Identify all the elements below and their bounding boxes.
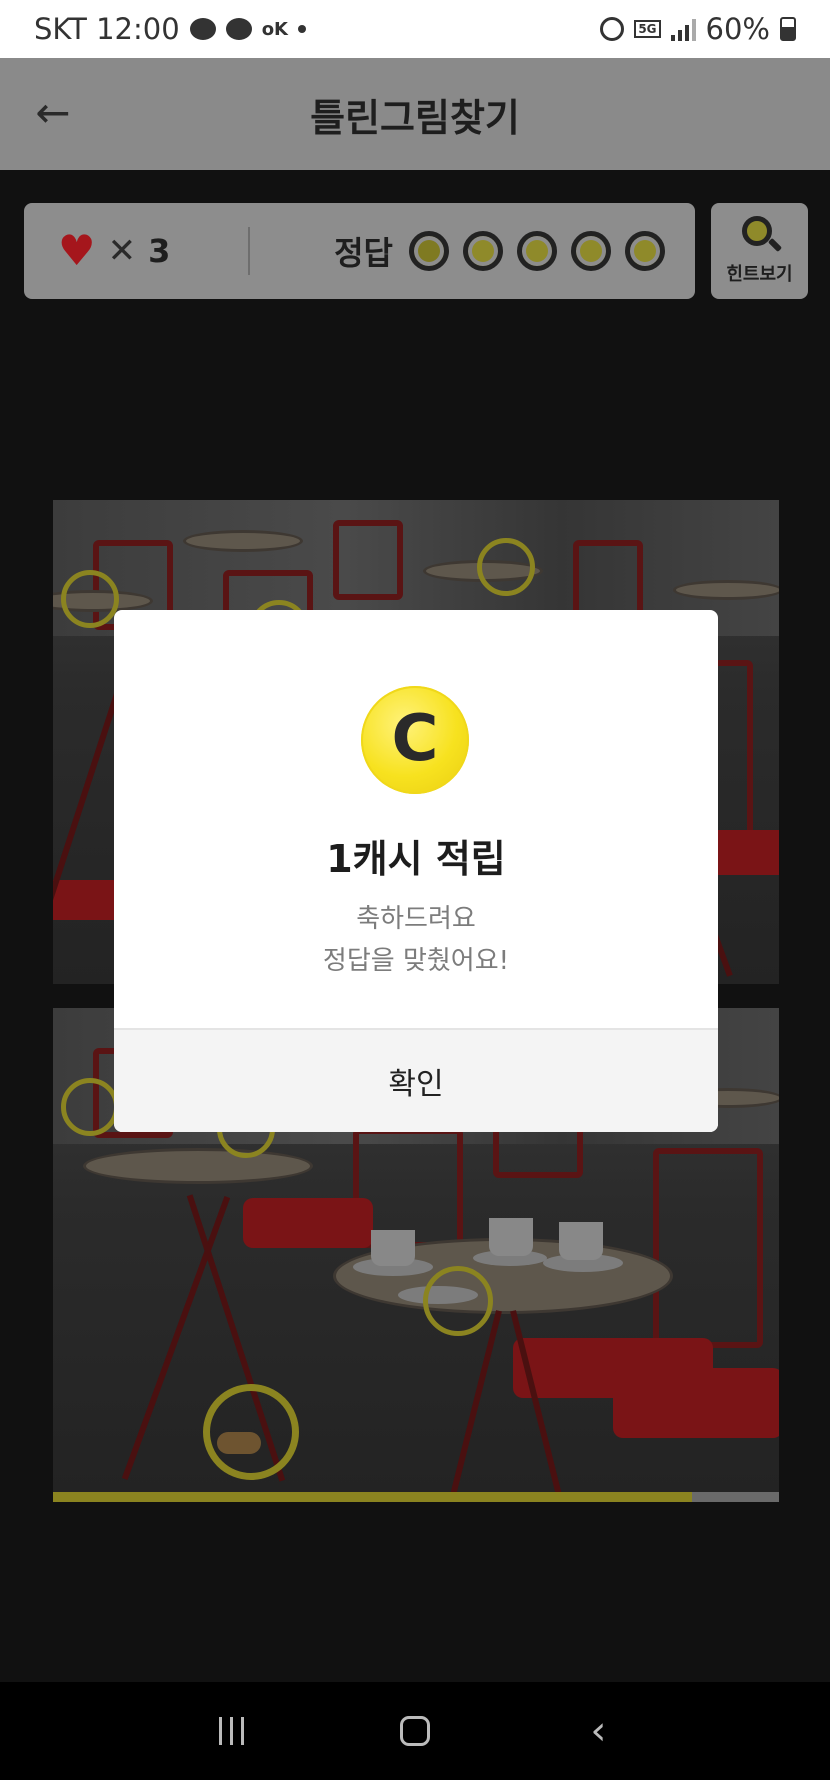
times-icon: ✕ bbox=[107, 231, 137, 271]
answers-indicator: 정답 bbox=[334, 228, 695, 274]
timer-progress-fill bbox=[53, 1492, 692, 1502]
dot-icon bbox=[298, 25, 307, 33]
dialog-message-line1: 축하드려요 bbox=[356, 904, 476, 934]
dialog-message: 축하드려요 정답을 맞췄어요! bbox=[114, 898, 718, 982]
system-nav-bar: ‹ bbox=[0, 1682, 830, 1780]
ok-badge-icon: oK bbox=[261, 18, 289, 40]
status-bar: SKT 12:00 oK 5G 60% bbox=[0, 0, 830, 58]
battery-icon bbox=[780, 17, 796, 41]
back-arrow-icon[interactable]: ← bbox=[28, 88, 78, 138]
signal-icon bbox=[670, 17, 696, 41]
answer-slot-icon bbox=[517, 231, 557, 271]
reward-dialog: C 1캐시 적립 축하드려요 정답을 맞췄어요! 확인 bbox=[114, 610, 718, 1132]
lives-count: 3 bbox=[148, 232, 171, 270]
found-marker bbox=[61, 570, 119, 628]
answer-slot-icon bbox=[409, 231, 449, 271]
score-box: ♥ ✕ 3 정답 bbox=[24, 203, 695, 299]
answer-slot-icon bbox=[625, 231, 665, 271]
answers-label: 정답 bbox=[334, 234, 393, 272]
message-icon bbox=[225, 18, 252, 40]
found-marker bbox=[61, 1078, 119, 1136]
hint-button[interactable]: 힌트보기 bbox=[711, 203, 808, 299]
found-marker bbox=[203, 1384, 299, 1480]
5g-icon: 5G bbox=[634, 20, 661, 38]
cash-coin-icon: C bbox=[361, 686, 469, 794]
back-icon[interactable]: ‹ bbox=[568, 1701, 628, 1761]
battery-percent: 60% bbox=[705, 12, 770, 46]
hint-label: 힌트보기 bbox=[726, 264, 793, 285]
lives-indicator: ♥ ✕ 3 bbox=[24, 227, 250, 275]
page-title: 틀린그림찾기 bbox=[310, 95, 520, 140]
timer-progress bbox=[53, 1492, 779, 1502]
dialog-title: 1캐시 적립 bbox=[326, 837, 506, 881]
carrier-time: SKT 12:00 bbox=[34, 12, 180, 46]
answer-slot-icon bbox=[571, 231, 611, 271]
found-marker bbox=[423, 1266, 493, 1336]
app-header: ← 틀린그림찾기 bbox=[0, 58, 830, 170]
answer-slot-icon bbox=[463, 231, 503, 271]
confirm-button[interactable]: 확인 bbox=[114, 1030, 718, 1132]
alarm-icon bbox=[600, 17, 625, 41]
magnifier-icon bbox=[740, 216, 782, 256]
coin-letter: C bbox=[391, 702, 439, 776]
chat-bubble-icon bbox=[189, 18, 216, 40]
recents-icon[interactable] bbox=[202, 1701, 262, 1761]
found-marker bbox=[477, 538, 535, 596]
heart-icon: ♥ bbox=[58, 226, 96, 275]
dialog-message-line2: 정답을 맞췄어요! bbox=[322, 946, 510, 976]
home-icon[interactable] bbox=[385, 1701, 445, 1761]
